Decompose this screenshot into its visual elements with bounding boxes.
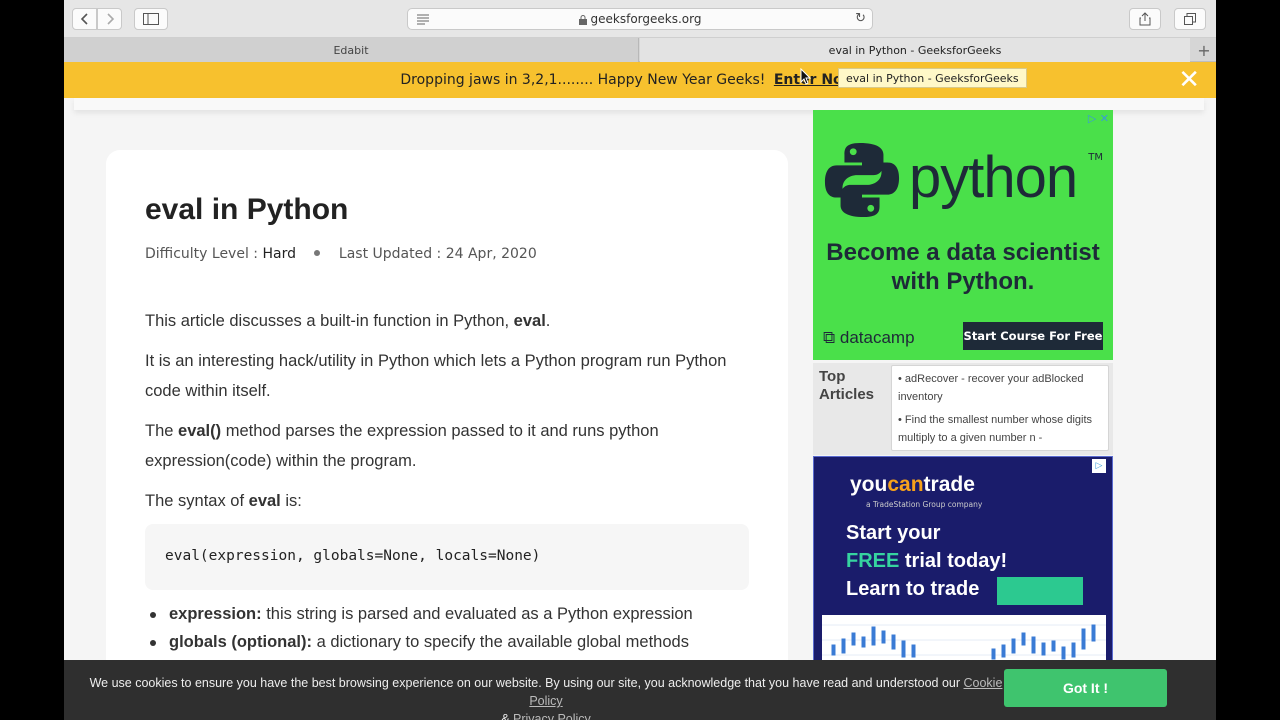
lock-icon (578, 15, 587, 25)
article-card: eval in Python Difficulty Level : Hard L… (106, 150, 788, 710)
python-logo-icon (824, 142, 900, 218)
browser-toolbar: geeksforgeeks.org ↻ (64, 0, 1216, 38)
p3-text: The (145, 422, 179, 440)
sidebar-icon (143, 13, 159, 25)
top-articles-list: • adRecover - recover your adBlocked inv… (891, 365, 1109, 451)
article-meta: Difficulty Level : Hard Last Updated : 2… (145, 246, 537, 262)
cookie-consent-bar: We use cookies to ensure you have the be… (64, 660, 1216, 720)
cookie-text: We use cookies to ensure you have the be… (89, 676, 964, 690)
paragraph-syntax: The syntax of eval is: (145, 486, 302, 516)
paragraph-method: The eval() method parses the expression … (145, 416, 755, 476)
start-course-button[interactable]: Start Course For Free (963, 322, 1103, 350)
trademark: TM (1088, 152, 1103, 163)
share-icon (1139, 12, 1151, 26)
promo-banner: Dropping jaws in 3,2,1........ Happy New… (64, 62, 1216, 98)
difficulty-value[interactable]: Hard (262, 246, 296, 262)
p4-bold: eval (248, 492, 281, 510)
python-wordmark: python (909, 145, 1078, 210)
datacamp-icon: ⧉ (823, 328, 836, 347)
header-strip (74, 98, 1204, 110)
page-content: eval in Python Difficulty Level : Hard L… (64, 98, 1216, 710)
ad-choices-icon[interactable]: ▷ (1092, 459, 1106, 473)
candlestick-chart-image (822, 615, 1106, 665)
cookie-message: We use cookies to ensure you have the be… (86, 674, 1006, 720)
chevron-right-icon (106, 13, 114, 25)
paragraph-intro: This article discusses a built-in functi… (145, 306, 550, 336)
param-term: expression: (169, 605, 262, 623)
param-desc: this string is parsed and evaluated as a… (261, 605, 693, 623)
paragraph-hack: It is an interesting hack/utility in Pyt… (145, 352, 727, 400)
show-tabs-button[interactable] (1174, 8, 1206, 30)
last-updated: Last Updated : 24 Apr, 2020 (338, 246, 537, 262)
p3-end: method parses the expression passed to i… (145, 422, 659, 470)
p4-end: is: (280, 492, 302, 510)
browser-window: geeksforgeeks.org ↻ Edabit eval in Pytho… (64, 0, 1216, 720)
trade-subtitle: a TradeStation Group company (866, 500, 983, 509)
top-articles-label: Top Articles (819, 368, 875, 403)
reload-icon[interactable]: ↻ (855, 11, 866, 26)
param-desc: a dictionary to specify the available gl… (311, 633, 689, 651)
trial-text: trial today! (899, 550, 1008, 572)
tab-bar: Edabit eval in Python - GeeksforGeeks + (64, 38, 1216, 62)
page-title: eval in Python (145, 193, 349, 226)
address-bar[interactable]: geeksforgeeks.org ↻ (407, 8, 873, 30)
banner-close-icon[interactable]: ✕ (1178, 67, 1200, 93)
list-item: globals (optional): a dictionary to spec… (145, 628, 693, 656)
tab-tooltip: eval in Python - GeeksforGeeks (838, 68, 1027, 88)
param-term: globals (optional): (169, 633, 312, 651)
ad-choices-icon[interactable]: ▷ ✕ (1088, 112, 1109, 125)
trade-logo: youcantrade (850, 473, 975, 497)
python-ad[interactable]: ▷ ✕ python TM Become a data scientist wi… (813, 110, 1113, 360)
share-button[interactable] (1129, 8, 1161, 30)
logo-part: you (850, 473, 888, 496)
tab-edabit[interactable]: Edabit (64, 38, 639, 62)
python-ad-headline: Become a data scientist with Python. (826, 239, 1100, 295)
got-it-button[interactable]: Got It ! (1004, 669, 1167, 707)
p1-text: This article discusses a built-in functi… (145, 312, 514, 330)
cursor-icon (800, 68, 812, 85)
logo-part: trade (923, 473, 975, 496)
privacy-policy-link[interactable]: Privacy Policy (513, 712, 591, 720)
top-article-link[interactable]: Find the smallest number whose digits mu… (898, 414, 1092, 444)
p1-bold: eval (513, 312, 546, 330)
list-item: expression: this string is parsed and ev… (145, 600, 693, 628)
sidebar-toggle-button[interactable] (134, 8, 168, 30)
reader-icon[interactable] (416, 12, 430, 26)
cookie-amp: & (501, 712, 513, 720)
top-articles-widget: Top Articles • adRecover - recover your … (813, 363, 1113, 455)
parameter-list: expression: this string is parsed and ev… (145, 600, 693, 656)
datacamp-logo: ⧉ datacamp (823, 328, 915, 348)
tabs-icon (1184, 13, 1196, 25)
top-article-link[interactable]: adRecover - recover your adBlocked inven… (898, 373, 1083, 403)
free-text: FREE (846, 550, 900, 572)
p1-end: . (545, 312, 551, 330)
forward-button[interactable] (97, 8, 122, 30)
trade-line: Start your (846, 522, 941, 544)
back-button[interactable] (72, 8, 97, 30)
banner-message: Dropping jaws in 3,2,1........ Happy New… (400, 72, 855, 88)
trade-cta-button[interactable] (997, 577, 1083, 605)
meta-separator (314, 250, 321, 256)
tab-geeksforgeeks[interactable]: eval in Python - GeeksforGeeks (640, 38, 1190, 62)
trade-line: FREE trial today! (846, 547, 1007, 575)
new-tab-button[interactable]: + (1192, 38, 1216, 62)
code-block: eval(expression, globals=None, locals=No… (145, 524, 749, 590)
p4-text: The syntax of (145, 492, 249, 510)
trade-headline: Start your FREE trial today! Learn to tr… (846, 519, 1007, 603)
p3-bold: eval() (178, 422, 222, 440)
list-item[interactable]: • Find the smallest number whose digits … (898, 411, 1102, 447)
url-text: geeksforgeeks.org (590, 12, 702, 26)
datacamp-text: datacamp (839, 328, 915, 347)
trade-line: Learn to trade (846, 578, 980, 600)
list-item[interactable]: • adRecover - recover your adBlocked inv… (898, 370, 1102, 406)
logo-part: can (887, 473, 924, 496)
trade-ad[interactable]: ▷ youcantrade a TradeStation Group compa… (813, 456, 1113, 666)
difficulty-label: Difficulty Level : (145, 246, 259, 262)
banner-text: Dropping jaws in 3,2,1........ Happy New… (400, 72, 766, 88)
chevron-left-icon (80, 13, 88, 25)
